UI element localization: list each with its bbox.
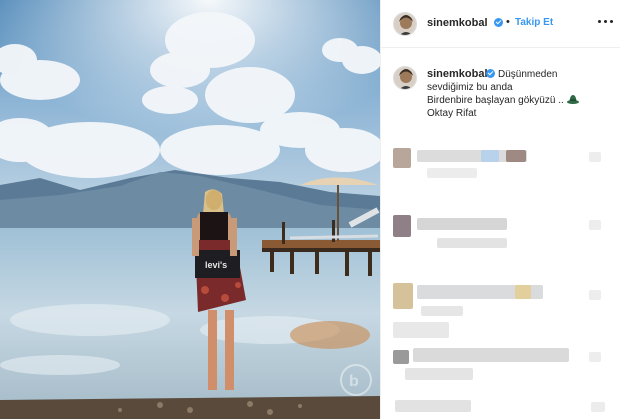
blurred-comment-block — [481, 150, 499, 162]
post-photo[interactable]: levi's b — [0, 0, 380, 419]
hat-emoji-icon — [566, 95, 579, 104]
caption-line-1: Düşünmeden — [498, 69, 558, 80]
caption-line-2: sevdiğimiz bu anda — [427, 82, 513, 93]
blurred-comment-line — [427, 168, 477, 178]
blurred-like-icon — [589, 152, 601, 162]
blurred-like-icon — [589, 290, 601, 300]
caption-line-4: Oktay Rifat — [427, 108, 477, 119]
instagram-post: levi's b sinemkobal • Takip Et sinemkoba… — [0, 0, 620, 419]
blurred-comment-line — [413, 348, 569, 362]
post-side-panel: sinemkobal • Takip Et sinemkobal Düşünme… — [380, 0, 620, 419]
blurred-avatar — [393, 148, 411, 168]
post-photo-image: levi's b — [0, 0, 380, 419]
blurred-comment-line — [421, 306, 463, 316]
blurred-avatar — [393, 215, 411, 237]
more-options-icon[interactable] — [597, 11, 615, 31]
blurred-like-icon — [591, 402, 605, 412]
blurred-comment-line — [405, 368, 473, 380]
svg-text:levi's: levi's — [205, 260, 227, 270]
blurred-comment-block — [506, 150, 526, 162]
blurred-comment-line — [437, 238, 507, 248]
blurred-like-icon — [589, 352, 601, 362]
header-username[interactable]: sinemkobal — [427, 17, 488, 29]
separator-dot: • — [506, 16, 510, 28]
follow-button[interactable]: Takip Et — [515, 17, 553, 28]
avatar[interactable] — [393, 66, 417, 90]
caption-line-3: Birdenbire başlayan gökyüzü .. — [427, 95, 564, 106]
blurred-comment-block — [515, 285, 531, 299]
caption-text: Düşünmeden sevdiğimiz bu anda Birdenbire… — [427, 68, 613, 120]
svg-text:b: b — [349, 373, 359, 390]
blurred-avatar — [393, 350, 409, 364]
avatar[interactable] — [393, 12, 417, 36]
blurred-comment-line — [417, 218, 507, 230]
post-header: sinemkobal • Takip Et — [381, 0, 620, 48]
blurred-like-icon — [589, 220, 601, 230]
post-caption: sinemkobal Düşünmeden sevdiğimiz bu anda… — [381, 60, 620, 130]
blurred-comment-line — [395, 400, 471, 412]
verified-badge-icon — [494, 18, 503, 27]
blurred-avatar — [393, 283, 413, 309]
blurred-comment-line — [393, 322, 449, 338]
